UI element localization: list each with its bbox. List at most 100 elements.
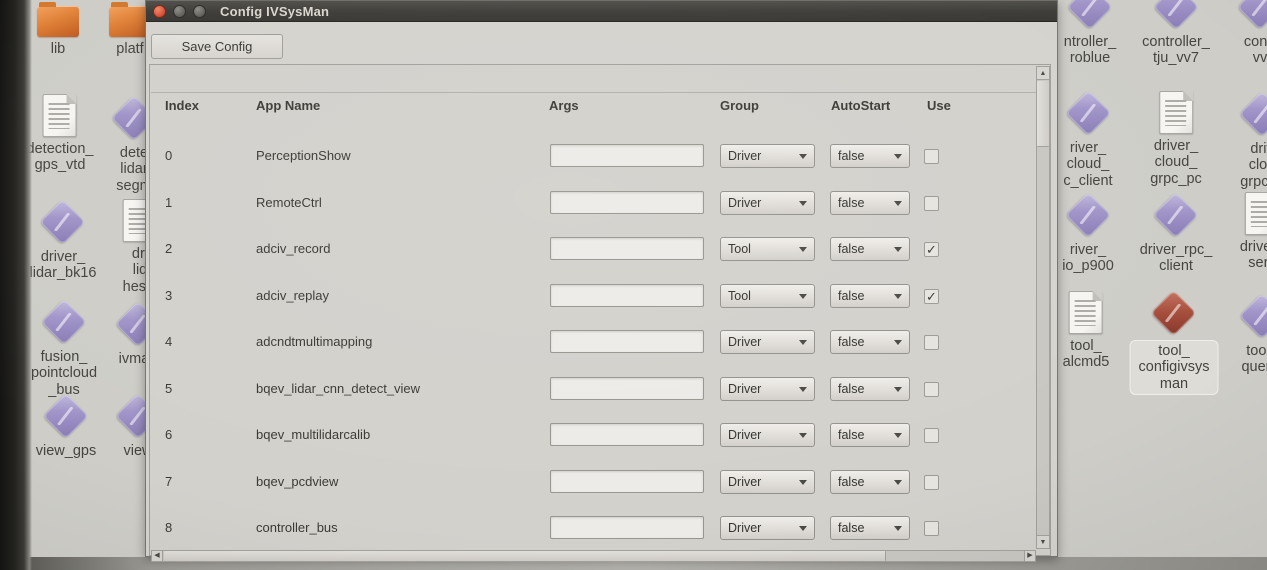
args-input[interactable] xyxy=(550,284,704,307)
desktop-icon-label: controller_tju_vv7 xyxy=(1142,34,1210,67)
header-autostart: AutoStart xyxy=(831,98,890,113)
group-value: Driver xyxy=(728,149,761,163)
scroll-up-icon[interactable]: ▲ xyxy=(1037,67,1049,80)
desktop-icon-controller-tju-vv7[interactable]: controller_tju_vv7 xyxy=(1142,0,1210,67)
use-checkbox[interactable] xyxy=(924,289,939,304)
desktop-icon-view-gps[interactable]: view_gps xyxy=(36,393,96,459)
use-checkbox[interactable] xyxy=(924,521,939,536)
desktop-icon-label: driver_lidar_bk16 xyxy=(30,249,97,282)
desktop-icon-driver-cloud-grpc-pc[interactable]: driver_cloud_grpc_pc xyxy=(1150,91,1202,187)
chevron-down-icon xyxy=(894,526,902,531)
group-dropdown[interactable]: Tool xyxy=(720,284,815,308)
group-dropdown[interactable]: Driver xyxy=(720,144,815,168)
minimize-icon[interactable] xyxy=(173,5,186,18)
desktop-icon-tool-alcmd5[interactable]: tool_alcmd5 xyxy=(1063,291,1110,371)
chevron-down-icon xyxy=(894,480,902,485)
autostart-dropdown[interactable]: false xyxy=(830,377,910,401)
horizontal-scrollbar[interactable]: ◀ ▶ xyxy=(151,550,1036,562)
desktop-icon-river-cloud-client[interactable]: river_cloud_c_client xyxy=(1063,90,1112,189)
document-icon xyxy=(43,94,77,137)
group-value: Driver xyxy=(728,521,761,535)
table-row: 8 controller_bus Driver false xyxy=(150,505,1036,551)
desktop-icon-driver-serv[interactable]: driver_serv xyxy=(1240,192,1267,272)
chevron-down-icon xyxy=(799,201,807,206)
group-dropdown[interactable]: Driver xyxy=(720,377,815,401)
group-value: Driver xyxy=(728,335,761,349)
table-row: 5 bqev_lidar_cnn_detect_view Driver fals… xyxy=(150,366,1036,412)
horizontal-scroll-thumb[interactable] xyxy=(164,551,886,561)
group-value: Driver xyxy=(728,428,761,442)
desktop-icon-label: contrvv xyxy=(1244,34,1267,67)
scroll-right-icon[interactable]: ▶ xyxy=(1024,551,1035,561)
use-checkbox[interactable] xyxy=(924,475,939,490)
use-checkbox[interactable] xyxy=(924,196,939,211)
use-checkbox[interactable] xyxy=(924,382,939,397)
desktop-icon-tool-configivsysman[interactable]: tool_configivsysman xyxy=(1130,290,1219,395)
header-divider xyxy=(151,92,1036,93)
desktop-icon-label: driver_rpc_client xyxy=(1140,242,1213,275)
args-input[interactable] xyxy=(550,377,704,400)
diamond-icon xyxy=(1237,0,1267,30)
args-input[interactable] xyxy=(550,237,704,260)
header-app-name: App Name xyxy=(256,98,320,113)
group-dropdown[interactable]: Driver xyxy=(720,423,815,447)
desktop-icon-controller-roblue[interactable]: ntroller_roblue xyxy=(1064,0,1116,67)
row-index: 1 xyxy=(165,195,172,210)
diamond-red-icon xyxy=(1151,290,1197,336)
use-checkbox[interactable] xyxy=(924,242,939,257)
desktop-icon-label: tool_alcmd5 xyxy=(1063,338,1110,371)
use-checkbox[interactable] xyxy=(924,335,939,350)
diamond-icon xyxy=(1067,0,1113,30)
chevron-down-icon xyxy=(799,340,807,345)
autostart-dropdown[interactable]: false xyxy=(830,144,910,168)
desktop-icon-driver-rpc-client[interactable]: driver_rpc_client xyxy=(1140,192,1213,275)
args-input[interactable] xyxy=(550,330,704,353)
use-checkbox[interactable] xyxy=(924,149,939,164)
group-value: Driver xyxy=(728,196,761,210)
close-icon[interactable] xyxy=(153,5,166,18)
desktop-icon-label: fusion_pointcloud_bus xyxy=(31,349,97,398)
args-input[interactable] xyxy=(550,470,704,493)
maximize-icon[interactable] xyxy=(193,5,206,18)
use-checkbox[interactable] xyxy=(924,428,939,443)
desktop-icon-label: river_cloud_c_client xyxy=(1063,140,1112,189)
scroll-down-icon[interactable]: ▼ xyxy=(1037,535,1049,548)
autostart-dropdown[interactable]: false xyxy=(830,284,910,308)
desktop-icon-tool-queryr[interactable]: tool_queryr xyxy=(1239,293,1267,376)
autostart-dropdown[interactable]: false xyxy=(830,191,910,215)
group-dropdown[interactable]: Driver xyxy=(720,516,815,540)
autostart-dropdown[interactable]: false xyxy=(830,516,910,540)
scroll-left-icon[interactable]: ◀ xyxy=(152,551,163,561)
save-config-button[interactable]: Save Config xyxy=(151,34,283,59)
vertical-scrollbar[interactable]: ▲ ▼ xyxy=(1036,66,1050,549)
table-row: 3 adciv_replay Tool false xyxy=(150,273,1036,319)
autostart-dropdown[interactable]: false xyxy=(830,330,910,354)
app-name: RemoteCtrl xyxy=(256,195,322,210)
titlebar[interactable]: Config IVSysMan xyxy=(146,0,1057,22)
group-dropdown[interactable]: Tool xyxy=(720,237,815,261)
vertical-scroll-thumb[interactable] xyxy=(1037,81,1049,147)
desktop-icon-driv-clou-grpc-s[interactable]: drivclougrpc_s xyxy=(1239,91,1267,190)
args-input[interactable] xyxy=(550,144,704,167)
autostart-dropdown[interactable]: false xyxy=(830,237,910,261)
desktop-icon-detection-gps-vtd[interactable]: detection_gps_vtd xyxy=(27,94,94,174)
desktop-icon-contr-vv[interactable]: contrvv xyxy=(1237,0,1267,67)
autostart-dropdown[interactable]: false xyxy=(830,423,910,447)
args-input[interactable] xyxy=(550,423,704,446)
desktop-icon-fusion-pointcloud-bus[interactable]: fusion_pointcloud_bus xyxy=(31,299,97,398)
desktop-icon-driver-lidar-bk16[interactable]: driver_lidar_bk16 xyxy=(30,199,97,282)
desktop-icon-lib[interactable]: lib xyxy=(37,6,79,57)
chevron-down-icon xyxy=(799,294,807,299)
args-input[interactable] xyxy=(550,191,704,214)
autostart-value: false xyxy=(838,475,864,489)
desktop-icon-river-io-p900[interactable]: river_io_p900 xyxy=(1062,192,1114,275)
group-dropdown[interactable]: Driver xyxy=(720,191,815,215)
group-dropdown[interactable]: Driver xyxy=(720,330,815,354)
chevron-down-icon xyxy=(894,154,902,159)
autostart-dropdown[interactable]: false xyxy=(830,470,910,494)
desktop-icon-label: lib xyxy=(51,41,66,57)
screen-bezel xyxy=(0,0,32,570)
args-input[interactable] xyxy=(550,516,704,539)
row-index: 4 xyxy=(165,334,172,349)
group-dropdown[interactable]: Driver xyxy=(720,470,815,494)
